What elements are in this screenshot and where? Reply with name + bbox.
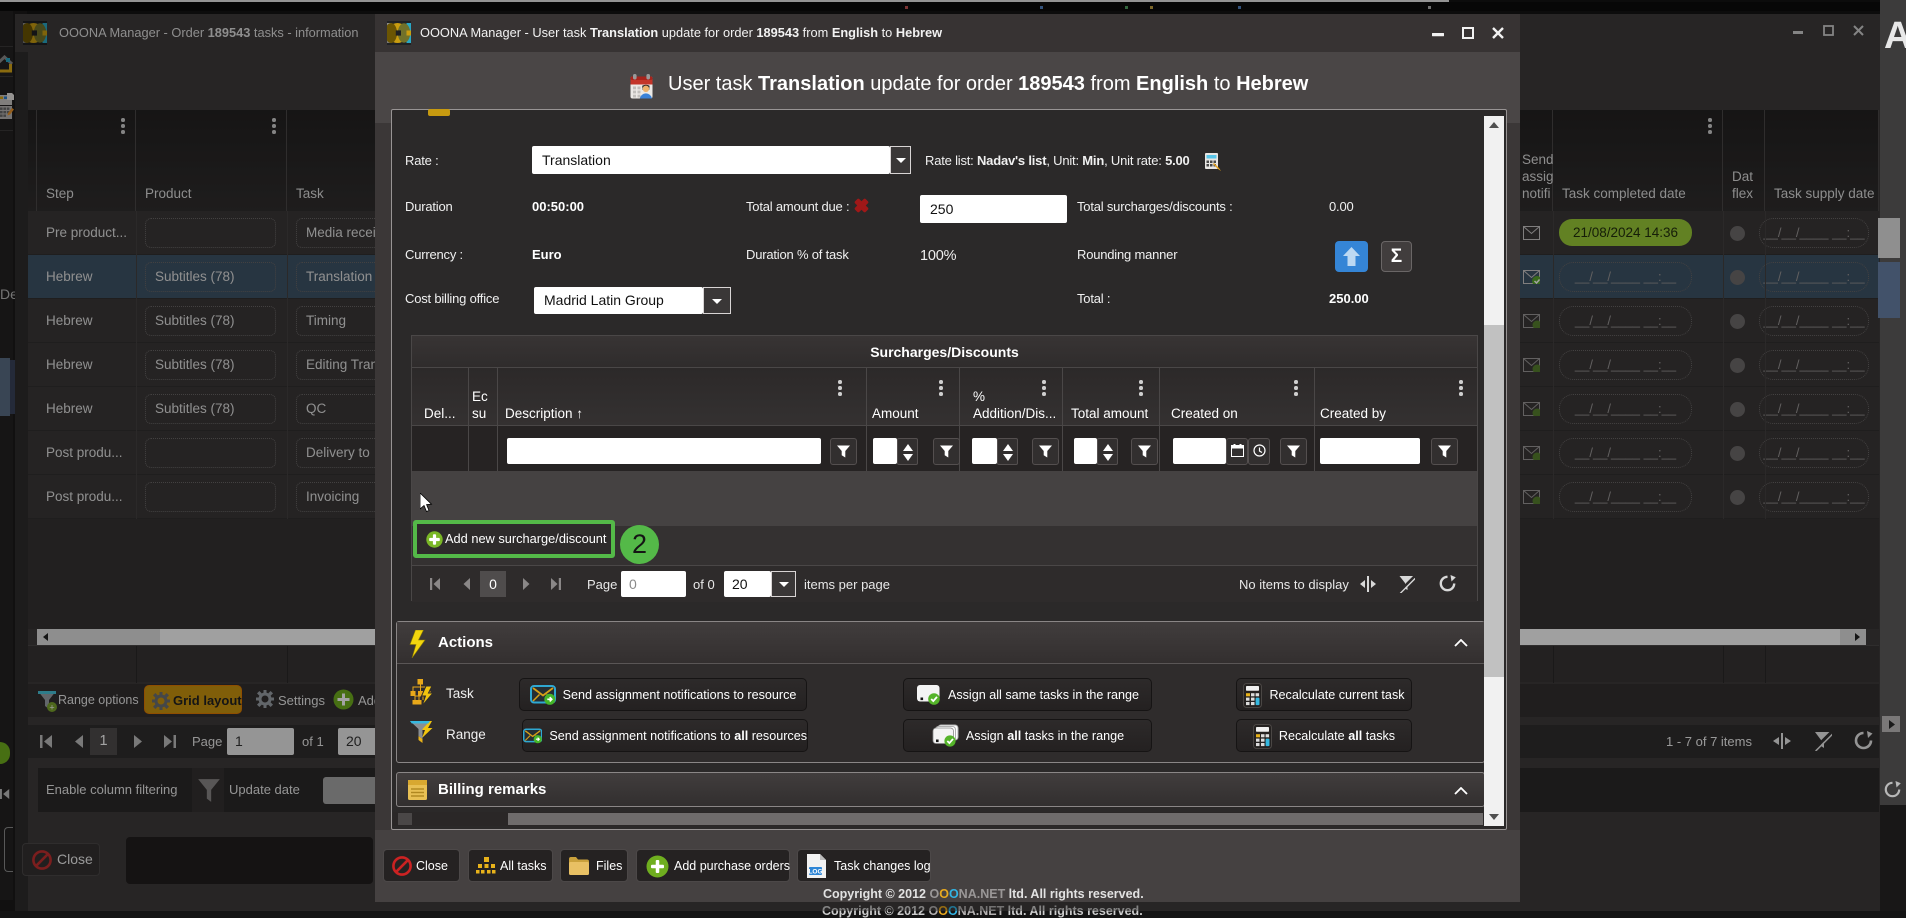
svg-text:LOG: LOG: [808, 869, 822, 876]
